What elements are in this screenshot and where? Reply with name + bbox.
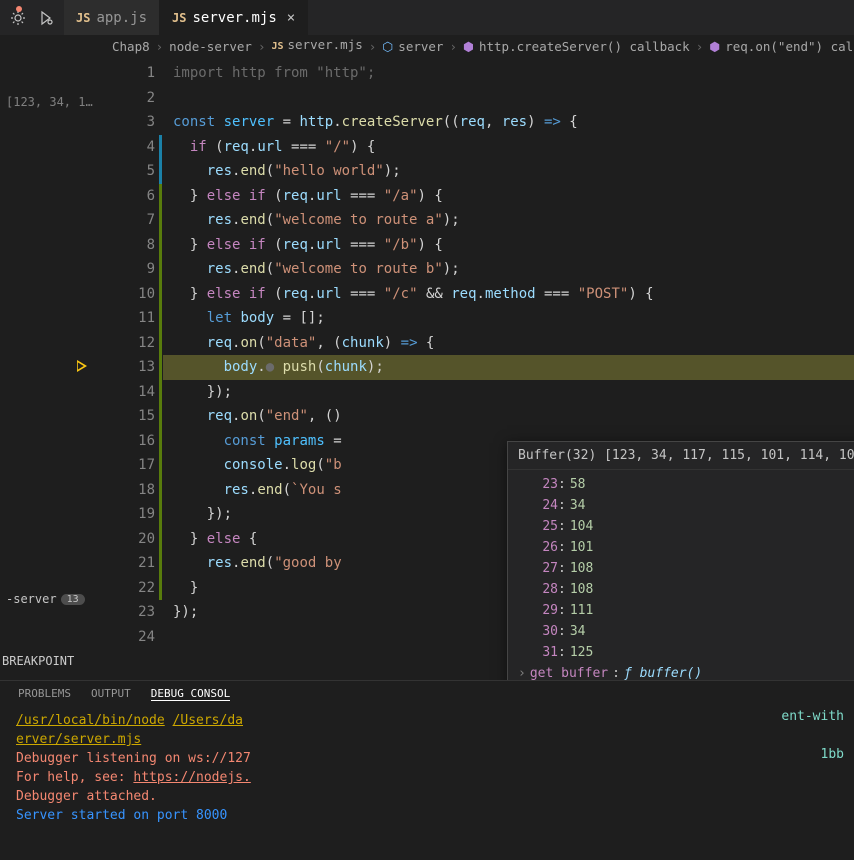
code-line[interactable]: body.● push(chunk);: [163, 355, 854, 380]
hover-property[interactable]: › get buffer: ƒ buffer(): [518, 663, 854, 680]
line-number[interactable]: 11: [115, 306, 155, 331]
hover-array-entry[interactable]: 28: 108: [518, 579, 854, 600]
code-line[interactable]: let body = [];: [163, 306, 854, 331]
code-line[interactable]: } else if (req.url === "/b") {: [163, 233, 854, 258]
console-line: Debugger listening on ws://127: [16, 749, 838, 768]
debug-console-output[interactable]: ent-with 1bb /usr/local/bin/node /Users/…: [0, 707, 854, 860]
debug-hover-popup[interactable]: Buffer(32) [123, 34, 117, 115, 101, 114,…: [507, 441, 854, 680]
line-number[interactable]: 1: [115, 61, 155, 86]
hover-array-entry[interactable]: 23: 58: [518, 474, 854, 495]
line-number[interactable]: 8: [115, 233, 155, 258]
panel-tab-problems[interactable]: PROBLEMS: [18, 687, 71, 701]
hover-array-entry[interactable]: 26: 101: [518, 537, 854, 558]
line-number[interactable]: 18: [115, 478, 155, 503]
line-number[interactable]: 19: [115, 502, 155, 527]
hover-array-entry[interactable]: 27: 108: [518, 558, 854, 579]
console-line: Server started on port 8000: [16, 806, 838, 825]
bottom-panel: PROBLEMS OUTPUT DEBUG CONSOL ent-with 1bb …: [0, 680, 854, 860]
breadcrumb-item[interactable]: ⬢req.on("end") call: [709, 39, 854, 54]
sidebar-server-item[interactable]: -server 13: [0, 590, 91, 608]
variable-icon: ⬡: [382, 39, 396, 53]
tab-app-js[interactable]: JSapp.js: [64, 0, 160, 35]
sidebar: [123, 34, 1… -server 13 BREAKPOINT: [0, 57, 115, 680]
line-number[interactable]: 21: [115, 551, 155, 576]
js-file-icon: JS: [272, 41, 286, 55]
js-icon: JS: [76, 11, 90, 25]
sidebar-breakpoints-section[interactable]: BREAKPOINT: [0, 650, 82, 680]
line-number[interactable]: 10: [115, 282, 155, 307]
code-line[interactable]: const server = http.createServer((req, r…: [163, 110, 854, 135]
console-line: erver/server.mjs: [16, 730, 838, 749]
breadcrumb-item[interactable]: ⬢http.createServer() callback: [463, 39, 690, 54]
run-icon[interactable]: [36, 8, 56, 28]
line-number[interactable]: 22: [115, 576, 155, 601]
console-right-2: 1bb: [821, 745, 844, 764]
line-number[interactable]: 5: [115, 159, 155, 184]
code-line[interactable]: req.on("data", (chunk) => {: [163, 331, 854, 356]
breadcrumbs[interactable]: Chap8›node-server›JSserver.mjs›⬡server›⬢…: [0, 35, 854, 57]
breadcrumb-item[interactable]: Chap8: [112, 39, 150, 54]
breadcrumb-item[interactable]: ⬡server: [382, 39, 443, 54]
badge: 13: [61, 594, 85, 605]
close-icon[interactable]: ×: [287, 10, 295, 26]
code-line[interactable]: [163, 86, 854, 111]
code-line[interactable]: } else if (req.url === "/a") {: [163, 184, 854, 209]
hover-array-entry[interactable]: 25: 104: [518, 516, 854, 537]
console-line: Debugger attached.: [16, 787, 838, 806]
code-line[interactable]: res.end("welcome to route a");: [163, 208, 854, 233]
side-value: [123, 34, 1…: [4, 93, 111, 111]
breadcrumb-item[interactable]: node-server: [169, 39, 252, 54]
line-number[interactable]: 6: [115, 184, 155, 209]
hover-array-entry[interactable]: 30: 34: [518, 621, 854, 642]
line-number[interactable]: 7: [115, 208, 155, 233]
tab-server-mjs[interactable]: JSserver.mjs×: [160, 0, 308, 35]
line-number[interactable]: 17: [115, 453, 155, 478]
code-line[interactable]: });: [163, 380, 854, 405]
panel-tab-output[interactable]: OUTPUT: [91, 687, 131, 701]
console-line: /usr/local/bin/node /Users/da: [16, 711, 838, 730]
line-number[interactable]: 23: [115, 600, 155, 625]
hover-array-entry[interactable]: 29: 111: [518, 600, 854, 621]
console-right-1: ent-with: [781, 707, 844, 726]
method-icon: ⬢: [709, 39, 723, 53]
hover-array-entry[interactable]: 24: 34: [518, 495, 854, 516]
line-number[interactable]: 12: [115, 331, 155, 356]
line-number[interactable]: 20: [115, 527, 155, 552]
line-number[interactable]: 16: [115, 429, 155, 454]
tab-bar: JSapp.jsJSserver.mjs×: [0, 0, 854, 35]
chevron-right-icon: ›: [518, 663, 526, 680]
code-line[interactable]: if (req.url === "/") {: [163, 135, 854, 160]
manage-icon[interactable]: [8, 8, 28, 28]
editor[interactable]: 123456789101112131415161718192021222324 …: [115, 57, 854, 680]
line-number[interactable]: 13: [115, 355, 155, 380]
js-icon: JS: [172, 11, 186, 25]
line-number[interactable]: 2: [115, 86, 155, 111]
hover-array-entry[interactable]: 31: 125: [518, 642, 854, 663]
line-number[interactable]: 24: [115, 625, 155, 650]
line-number[interactable]: 4: [115, 135, 155, 160]
code-line[interactable]: } else if (req.url === "/c" && req.metho…: [163, 282, 854, 307]
method-icon: ⬢: [463, 39, 477, 53]
breadcrumb-item[interactable]: JSserver.mjs: [272, 37, 363, 55]
line-number[interactable]: 9: [115, 257, 155, 282]
line-number[interactable]: 15: [115, 404, 155, 429]
line-number[interactable]: 3: [115, 110, 155, 135]
hover-header: Buffer(32) [123, 34, 117, 115, 101, 114,…: [508, 442, 854, 470]
panel-tabs: PROBLEMS OUTPUT DEBUG CONSOL: [0, 681, 854, 707]
code-line[interactable]: res.end("hello world");: [163, 159, 854, 184]
line-number[interactable]: 14: [115, 380, 155, 405]
code-line[interactable]: req.on("end", (): [163, 404, 854, 429]
panel-tab-debug-consol[interactable]: DEBUG CONSOL: [151, 687, 230, 701]
code-line[interactable]: res.end("welcome to route b");: [163, 257, 854, 282]
console-line: For help, see: https://nodejs.: [16, 768, 838, 787]
code-line[interactable]: import http from "http";: [163, 61, 854, 86]
